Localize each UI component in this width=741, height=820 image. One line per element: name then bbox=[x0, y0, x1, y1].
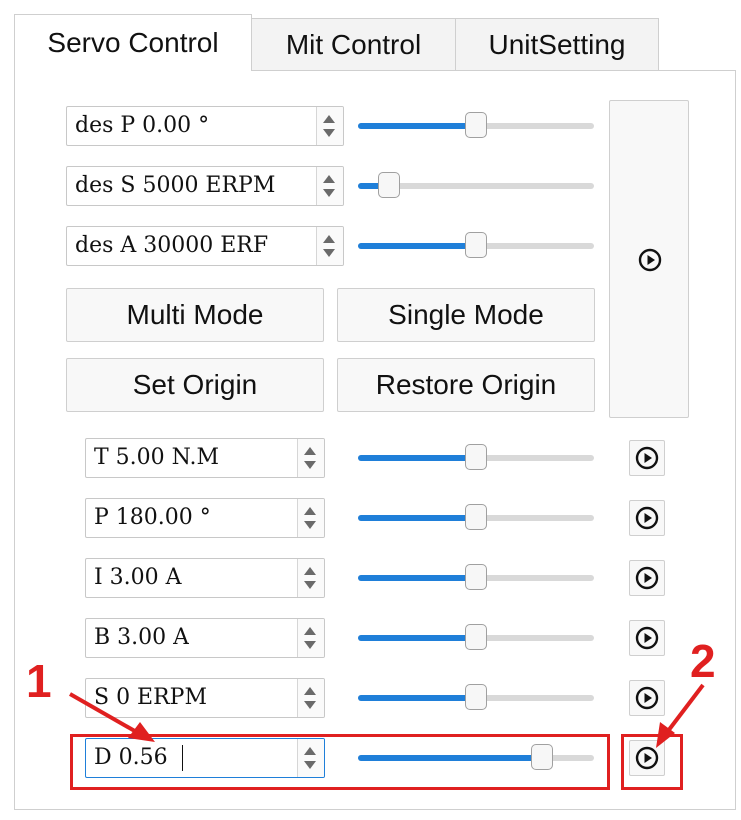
annotation-arrowhead-1 bbox=[128, 722, 155, 742]
tab-servo-control[interactable]: Servo Control bbox=[14, 14, 252, 71]
annotation-arrow-1 bbox=[69, 692, 141, 736]
annotation-arrow-2 bbox=[663, 683, 705, 737]
annotation-arrows bbox=[69, 683, 705, 748]
